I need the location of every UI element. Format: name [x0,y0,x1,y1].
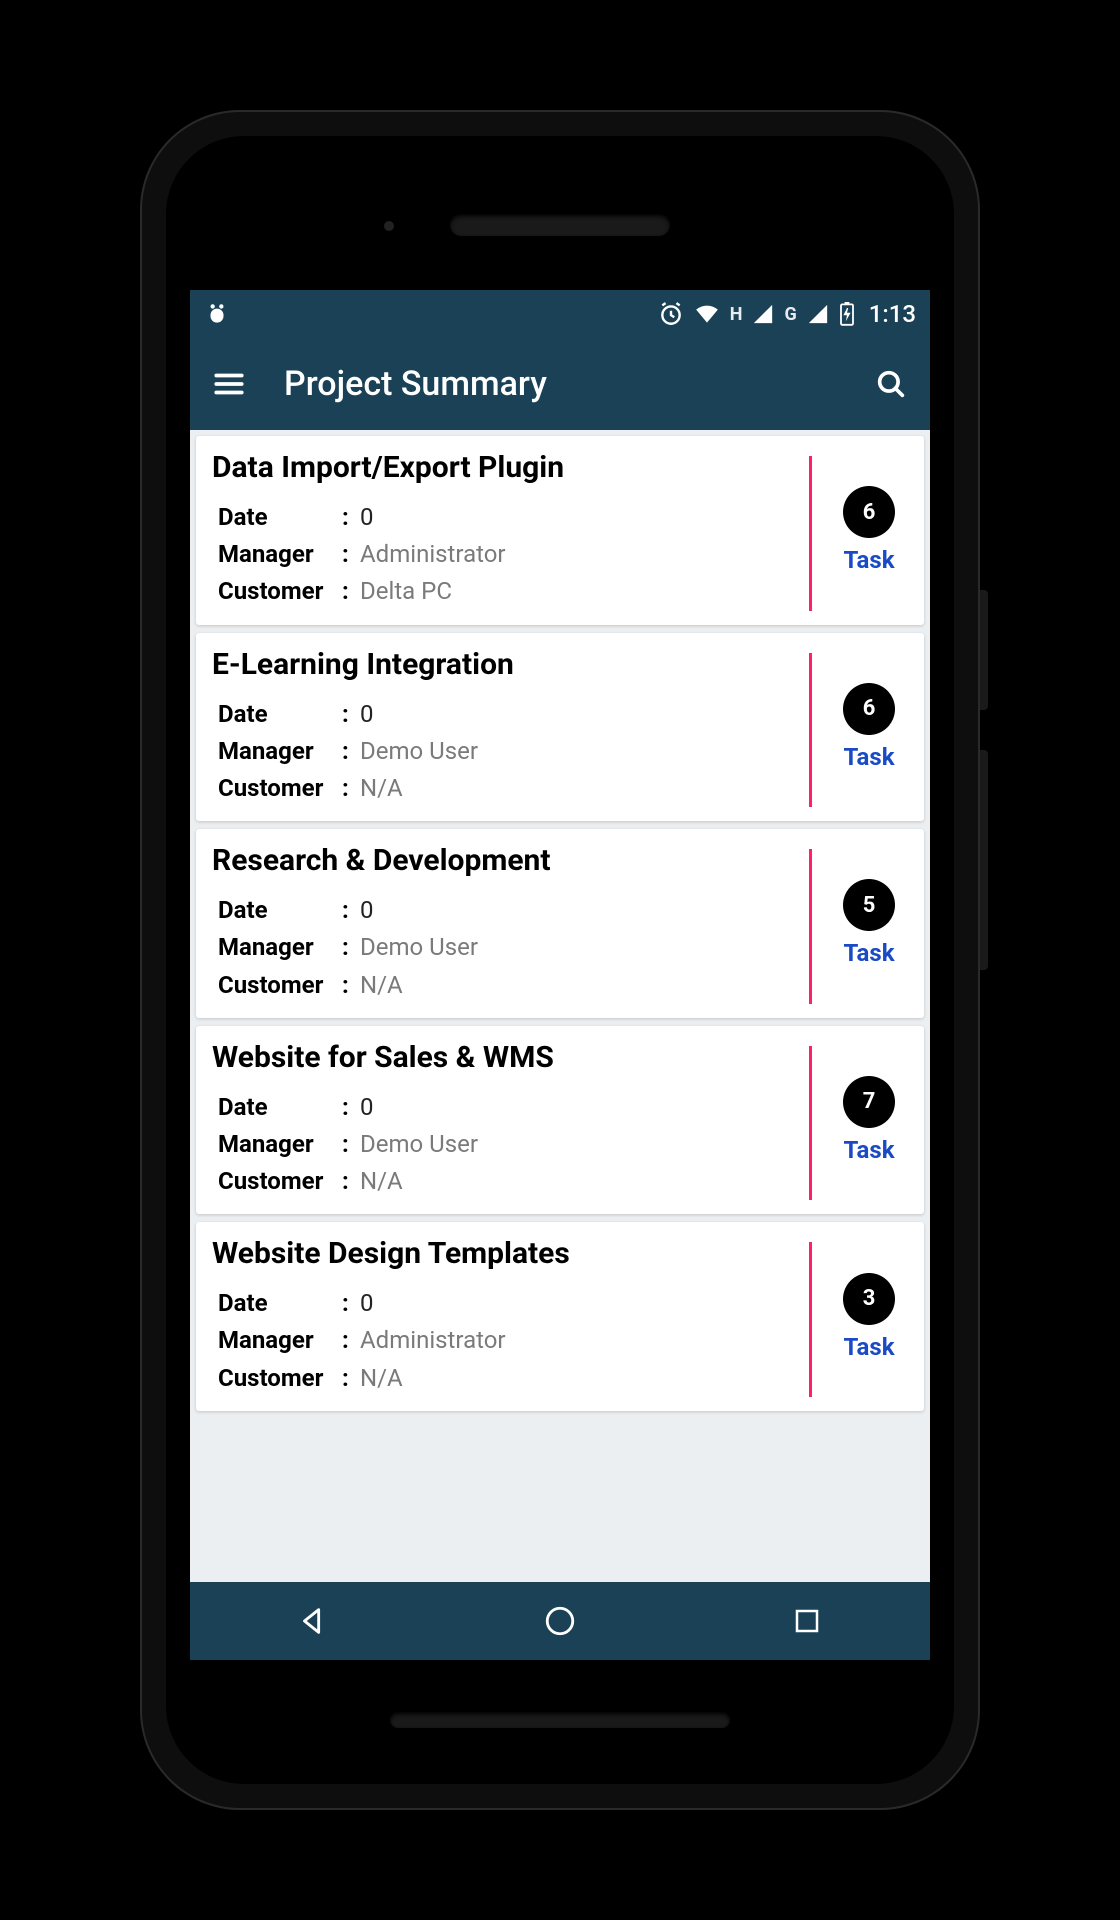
project-card[interactable]: Research & Development Date : 0 Manager … [196,829,924,1018]
project-title: Research & Development [212,843,801,878]
status-bar: H G 1:13 [190,290,930,338]
nav-home-button[interactable] [500,1604,620,1638]
network1-label: H [730,304,743,325]
card-content: Research & Development Date : 0 Manager … [212,843,801,1004]
customer-value: N/A [360,1163,403,1200]
manager-label: Manager [212,1126,342,1163]
power-button[interactable] [980,590,988,710]
task-count-badge: 6 [843,486,895,538]
project-card[interactable]: Website for Sales & WMS Date : 0 Manager… [196,1026,924,1215]
phone-frame: H G 1:13 Proje [140,110,980,1810]
date-value: 0 [360,1285,374,1322]
customer-value: N/A [360,967,403,1004]
page-title: Project Summary [284,364,874,404]
debug-icon [204,301,230,327]
card-content: E-Learning Integration Date : 0 Manager … [212,647,801,808]
manager-value: Demo User [360,1126,478,1163]
customer-value: N/A [360,1360,403,1397]
date-value: 0 [360,1089,374,1126]
task-count-badge: 7 [843,1076,895,1128]
task-count-box[interactable]: 7 Task [830,1040,908,1201]
manager-label: Manager [212,929,342,966]
nav-back-button[interactable] [253,1604,373,1638]
signal2-icon [807,303,829,325]
date-label: Date [212,892,342,929]
task-count-badge: 5 [843,879,895,931]
accent-divider [809,456,812,611]
task-label: Task [843,1333,894,1361]
accent-divider [809,849,812,1004]
phone-inner: H G 1:13 Proje [166,136,954,1784]
nav-recent-button[interactable] [747,1606,867,1636]
hamburger-icon[interactable] [212,367,246,401]
task-label: Task [843,546,894,574]
task-count-box[interactable]: 3 Task [830,1236,908,1397]
status-time: 1:13 [869,300,916,328]
project-title: Website Design Templates [212,1236,801,1271]
manager-value: Demo User [360,733,478,770]
project-list[interactable]: Data Import/Export Plugin Date : 0 Manag… [190,430,930,1582]
manager-label: Manager [212,1322,342,1359]
alarm-icon [658,301,684,327]
card-content: Website for Sales & WMS Date : 0 Manager… [212,1040,801,1201]
wifi-icon [694,301,720,327]
manager-value: Administrator [360,1322,506,1359]
card-content: Data Import/Export Plugin Date : 0 Manag… [212,450,801,611]
speaker-top [450,214,670,236]
date-label: Date [212,1089,342,1126]
app-bar: Project Summary [190,338,930,430]
search-icon[interactable] [874,367,908,401]
battery-charging-icon [839,302,855,326]
project-title: E-Learning Integration [212,647,801,682]
customer-value: Delta PC [360,573,452,610]
project-card[interactable]: Website Design Templates Date : 0 Manage… [196,1222,924,1411]
customer-label: Customer [212,573,342,610]
speaker-bottom [390,1712,730,1728]
customer-label: Customer [212,770,342,807]
manager-value: Demo User [360,929,478,966]
date-label: Date [212,499,342,536]
date-value: 0 [360,499,374,536]
task-label: Task [843,939,894,967]
project-title: Website for Sales & WMS [212,1040,801,1075]
network2-label: G [784,304,796,325]
date-value: 0 [360,696,374,733]
manager-label: Manager [212,536,342,573]
date-value: 0 [360,892,374,929]
project-card[interactable]: Data Import/Export Plugin Date : 0 Manag… [196,436,924,625]
volume-button[interactable] [980,750,988,970]
task-label: Task [843,1136,894,1164]
card-content: Website Design Templates Date : 0 Manage… [212,1236,801,1397]
project-title: Data Import/Export Plugin [212,450,801,485]
project-card[interactable]: E-Learning Integration Date : 0 Manager … [196,633,924,822]
accent-divider [809,1242,812,1397]
accent-divider [809,1046,812,1201]
task-count-box[interactable]: 6 Task [830,647,908,808]
customer-label: Customer [212,1163,342,1200]
manager-label: Manager [212,733,342,770]
signal1-icon [752,303,774,325]
date-label: Date [212,696,342,733]
customer-value: N/A [360,770,403,807]
task-count-box[interactable]: 5 Task [830,843,908,1004]
task-count-badge: 6 [843,683,895,735]
nav-bar [190,1582,930,1660]
customer-label: Customer [212,967,342,1004]
customer-label: Customer [212,1360,342,1397]
sensor-dot [384,221,394,231]
task-count-box[interactable]: 6 Task [830,450,908,611]
manager-value: Administrator [360,536,506,573]
task-count-badge: 3 [843,1273,895,1325]
date-label: Date [212,1285,342,1322]
screen: H G 1:13 Proje [190,290,930,1660]
accent-divider [809,653,812,808]
task-label: Task [843,743,894,771]
